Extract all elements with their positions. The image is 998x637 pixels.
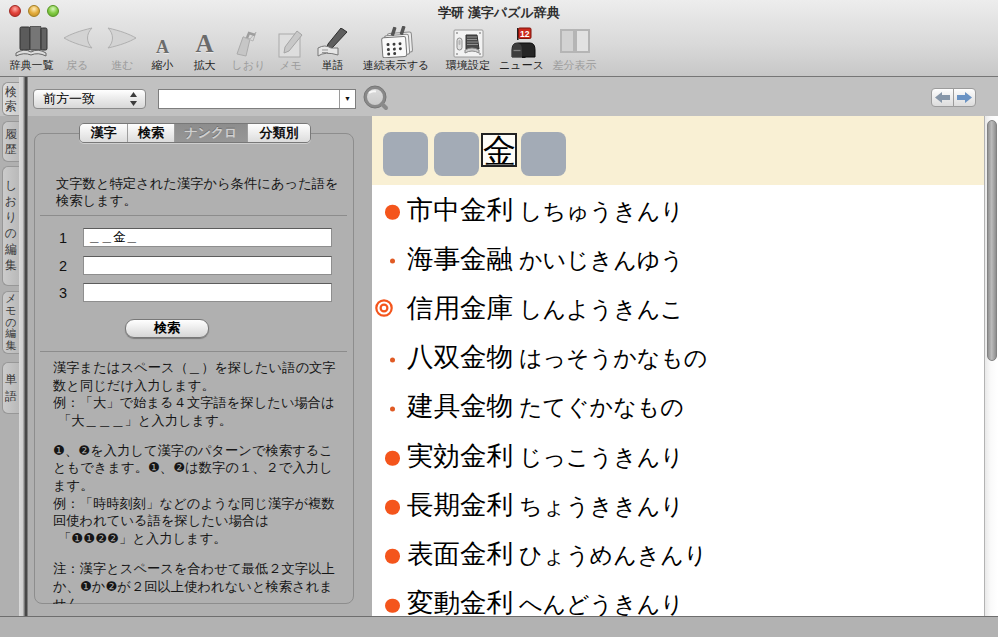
- svg-text:12: 12: [519, 29, 529, 39]
